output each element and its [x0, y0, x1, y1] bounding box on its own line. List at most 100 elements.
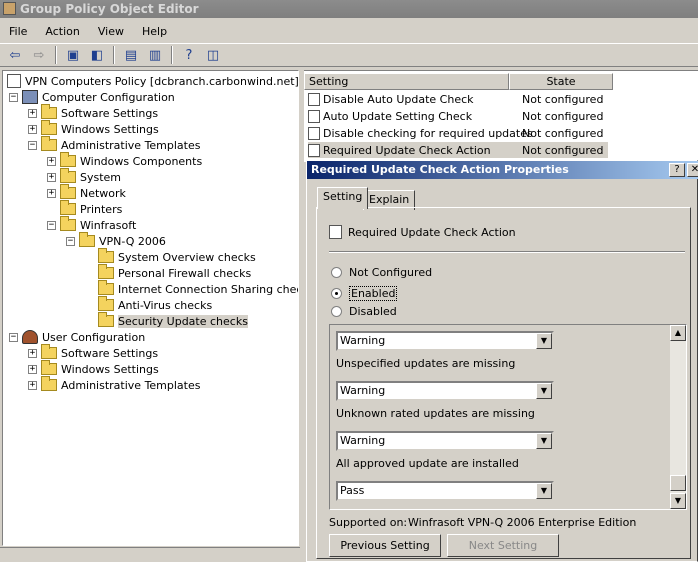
folder-icon — [41, 136, 57, 151]
tree-winfrasoft[interactable]: − Winfrasoft — [47, 216, 136, 233]
radio-circle[interactable] — [331, 267, 342, 278]
folder-icon — [98, 296, 114, 311]
column-header-setting[interactable]: Setting — [304, 73, 509, 90]
folder-icon — [41, 344, 57, 359]
scroll-down-icon[interactable]: ▼ — [670, 493, 686, 509]
chevron-down-icon[interactable]: ▼ — [536, 383, 552, 399]
tree-label: Personal Firewall checks — [118, 266, 252, 280]
tree-label: Security Update checks — [118, 314, 248, 328]
show-hide-tree-icon[interactable]: ◧ — [86, 45, 108, 65]
radio-disabled[interactable]: Disabled — [331, 305, 397, 318]
expand-icon[interactable]: + — [28, 108, 37, 118]
tree-personal-firewall-checks[interactable]: Personal Firewall checks — [98, 264, 252, 281]
tree-label: Administrative Templates — [61, 138, 201, 152]
list-item[interactable]: Disable checking for required updates — [308, 125, 533, 141]
menu-view[interactable]: View — [89, 25, 133, 38]
dialog-help-button[interactable]: ? — [669, 163, 685, 177]
radio-label: Disabled — [349, 305, 397, 318]
tree-windows-components[interactable]: + Windows Components — [47, 152, 202, 169]
column-header-state[interactable]: State — [509, 73, 613, 90]
scroll-up-icon[interactable]: ▲ — [670, 325, 686, 341]
menu-file[interactable]: File — [0, 25, 36, 38]
list-item[interactable]: Auto Update Setting Check — [308, 108, 472, 124]
forward-arrow-icon[interactable]: ⇨ — [28, 45, 50, 65]
properties-icon[interactable]: ▤ — [120, 45, 142, 65]
options-scrollbar[interactable]: ▲ ▼ — [670, 325, 686, 509]
tree-label: Printers — [80, 202, 123, 216]
help-icon[interactable]: ? — [178, 45, 200, 65]
policy-tree[interactable]: VPN Computers Policy [dcbranch.carbonwin… — [2, 70, 299, 546]
combo-value: Warning — [340, 384, 386, 397]
tree-label: VPN Computers Policy [dcbranch.carbonwin… — [25, 74, 299, 88]
radio-circle[interactable] — [331, 288, 342, 299]
back-arrow-icon[interactable]: ⇦ — [4, 45, 26, 65]
expand-icon[interactable]: + — [28, 124, 37, 134]
tree-security-update-checks[interactable]: Security Update checks — [98, 312, 248, 329]
scroll-thumb[interactable] — [670, 475, 686, 491]
tree-administrative-templates[interactable]: − Administrative Templates — [28, 136, 201, 153]
setting-state: Not configured — [522, 126, 604, 140]
expand-icon[interactable]: + — [28, 380, 37, 390]
next-setting-button[interactable]: Next Setting — [447, 534, 559, 557]
tab-setting[interactable]: Setting — [317, 187, 369, 209]
console-icon[interactable]: ◫ — [202, 45, 224, 65]
action-combo-1[interactable]: Warning ▼ — [336, 331, 554, 351]
setting-state: Not configured — [522, 143, 604, 157]
chevron-down-icon[interactable]: ▼ — [536, 483, 552, 499]
collapse-icon[interactable]: − — [47, 220, 56, 230]
settings-list[interactable]: Setting State Disable Auto Update Check … — [304, 70, 698, 162]
expand-icon[interactable]: + — [47, 188, 56, 198]
expand-icon[interactable]: + — [47, 156, 56, 166]
tree-label: Windows Settings — [61, 362, 159, 376]
tree-computer-configuration[interactable]: − Computer Configuration — [9, 89, 175, 105]
menu-help[interactable]: Help — [133, 25, 176, 38]
tree-user-windows-settings[interactable]: + Windows Settings — [28, 360, 159, 377]
tree-label: Software Settings — [61, 346, 159, 360]
collapse-icon[interactable]: − — [9, 332, 18, 342]
up-folder-icon[interactable]: ▣ — [62, 45, 84, 65]
setting-name: Disable checking for required updates — [323, 126, 533, 140]
action-combo-2[interactable]: Warning ▼ — [336, 381, 554, 401]
list-item[interactable]: Disable Auto Update Check — [308, 91, 474, 107]
tree-windows-settings[interactable]: + Windows Settings — [28, 120, 159, 137]
chevron-down-icon[interactable]: ▼ — [536, 333, 552, 349]
menu-action[interactable]: Action — [36, 25, 88, 38]
previous-setting-button[interactable]: Previous Setting — [329, 534, 441, 557]
dialog-close-button[interactable]: ✕ — [687, 163, 698, 177]
action-combo-3[interactable]: Warning ▼ — [336, 431, 554, 451]
radio-not-configured[interactable]: Not Configured — [331, 266, 432, 279]
tree-user-software-settings[interactable]: + Software Settings — [28, 344, 159, 361]
action-combo-4[interactable]: Pass ▼ — [336, 481, 554, 501]
status-bar — [0, 547, 300, 562]
tree-network[interactable]: + Network — [47, 184, 126, 201]
expand-icon[interactable]: + — [28, 348, 37, 358]
expand-icon[interactable]: + — [47, 172, 56, 182]
setting-panel: Required Update Check Action Not Configu… — [316, 207, 691, 559]
setting-name: Auto Update Setting Check — [323, 109, 473, 123]
app-icon — [3, 2, 16, 15]
tree-root[interactable]: VPN Computers Policy [dcbranch.carbonwin… — [7, 73, 299, 89]
computer-icon — [22, 90, 38, 104]
tree-system-overview-checks[interactable]: System Overview checks — [98, 248, 256, 265]
tree-user-administrative-templates[interactable]: + Administrative Templates — [28, 376, 201, 393]
folder-icon — [98, 280, 114, 295]
chevron-down-icon[interactable]: ▼ — [536, 433, 552, 449]
tree-antivirus-checks[interactable]: Anti-Virus checks — [98, 296, 212, 313]
radio-enabled[interactable]: Enabled — [331, 286, 398, 301]
expand-icon[interactable]: + — [28, 364, 37, 374]
tree-user-configuration[interactable]: − User Configuration — [9, 329, 145, 345]
tree-label: Administrative Templates — [61, 378, 201, 392]
tree-software-settings[interactable]: + Software Settings — [28, 104, 158, 121]
export-list-icon[interactable]: ▥ — [144, 45, 166, 65]
policy-setting-icon — [308, 92, 320, 106]
collapse-icon[interactable]: − — [9, 92, 18, 102]
tree-ics-checks[interactable]: Internet Connection Sharing checks — [98, 280, 298, 297]
radio-circle[interactable] — [331, 306, 342, 317]
setting-name: Required Update Check Action — [323, 143, 491, 157]
tree-label: VPN-Q 2006 — [99, 234, 166, 248]
collapse-icon[interactable]: − — [28, 140, 37, 150]
tree-vpnq-2006[interactable]: − VPN-Q 2006 — [66, 232, 166, 249]
collapse-icon[interactable]: − — [66, 236, 75, 246]
tree-printers[interactable]: Printers — [47, 200, 123, 217]
tree-system[interactable]: + System — [47, 168, 121, 185]
